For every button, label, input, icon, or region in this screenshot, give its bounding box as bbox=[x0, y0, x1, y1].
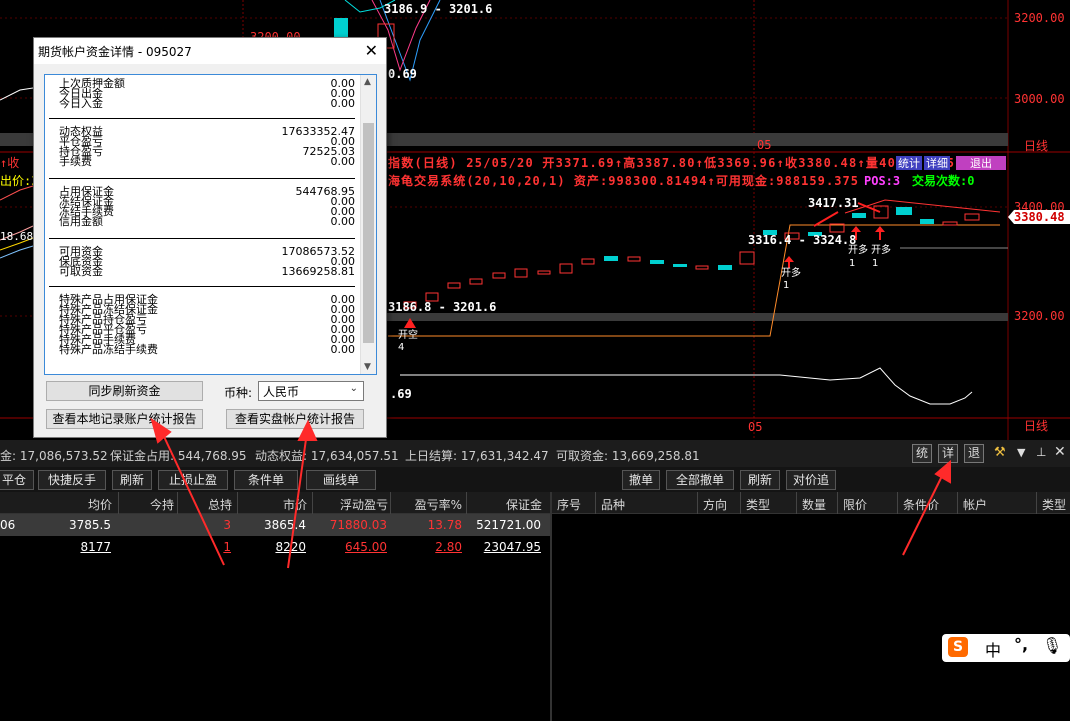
annotation-arrows bbox=[150, 417, 951, 569]
trading-app: 3200.00 3000.00 3400.00 3200.00 3380.48 … bbox=[0, 0, 1070, 721]
